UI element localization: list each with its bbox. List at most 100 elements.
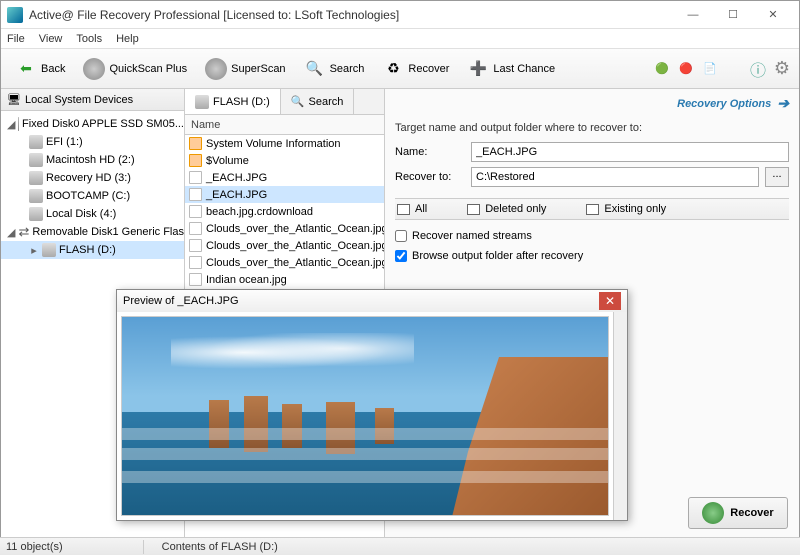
stop-icon[interactable]: 🔴 bbox=[677, 60, 695, 78]
file-icon bbox=[189, 205, 202, 218]
filter-all[interactable]: All bbox=[397, 203, 427, 215]
file-row[interactable]: System Volume Information bbox=[185, 135, 384, 152]
path-label: Recover to: bbox=[395, 171, 465, 183]
tree-vol-local[interactable]: Local Disk (4:) bbox=[1, 205, 184, 223]
file-icon bbox=[189, 239, 202, 252]
file-row[interactable]: _EACH.JPG bbox=[185, 186, 384, 203]
toolbar: ⬅Back QuickScan Plus SuperScan 🔍Search ♻… bbox=[1, 49, 799, 89]
file-name: beach.jpg.crdownload bbox=[206, 206, 313, 218]
doc-icon[interactable]: 📄 bbox=[701, 60, 719, 78]
file-name: _EACH.JPG bbox=[206, 189, 267, 201]
volume-icon bbox=[29, 171, 43, 185]
browse-button[interactable]: ... bbox=[765, 167, 789, 187]
tree-vol-recovery[interactable]: Recovery HD (3:) bbox=[1, 169, 184, 187]
file-row[interactable]: beach.jpg.crdownload bbox=[185, 203, 384, 220]
menubar: File View Tools Help bbox=[1, 29, 799, 49]
file-name: Clouds_over_the_Atlantic_Ocean.jpg bbox=[206, 240, 384, 252]
window-title: Active@ File Recovery Professional [Lice… bbox=[29, 8, 673, 22]
superscan-button[interactable]: SuperScan bbox=[199, 55, 291, 83]
status-objects: 11 object(s) bbox=[6, 541, 63, 553]
folder-icon bbox=[189, 137, 202, 150]
tab-flash[interactable]: FLASH (D:) bbox=[185, 89, 281, 114]
column-header-name[interactable]: Name bbox=[185, 115, 384, 135]
close-button[interactable]: ✕ bbox=[753, 2, 793, 28]
back-icon: ⬅ bbox=[15, 58, 37, 80]
file-row[interactable]: _EACH.JPG bbox=[185, 169, 384, 186]
recover-toolbar-button[interactable]: ♻Recover bbox=[376, 55, 455, 83]
checkbox-browse[interactable] bbox=[395, 250, 407, 262]
volume-icon bbox=[29, 189, 43, 203]
file-name: Clouds_over_the_Atlantic_Ocean.jpg bbox=[206, 223, 384, 235]
preview-window[interactable]: Preview of _EACH.JPG ✕ bbox=[116, 289, 628, 521]
statusbar: 11 object(s) Contents of FLASH (D:) bbox=[0, 537, 800, 555]
settings-icon[interactable]: ⚙ bbox=[773, 60, 791, 78]
file-name: Clouds_over_the_Atlantic_Ocean.jpg.crdo bbox=[206, 257, 384, 269]
file-row[interactable]: Indian ocean.jpg bbox=[185, 271, 384, 288]
file-icon bbox=[189, 188, 202, 201]
preview-titlebar[interactable]: Preview of _EACH.JPG ✕ bbox=[117, 290, 627, 312]
status-contents: Contents of FLASH (D:) bbox=[162, 541, 278, 553]
arrow-right-icon[interactable]: ➔ bbox=[777, 95, 789, 112]
tree-vol-bootcamp[interactable]: BOOTCAMP (C:) bbox=[1, 187, 184, 205]
info-icon[interactable]: ⓘ bbox=[749, 60, 767, 78]
filter-deleted[interactable]: Deleted only bbox=[467, 203, 546, 215]
file-icon bbox=[189, 222, 202, 235]
file-row[interactable]: Clouds_over_the_Atlantic_Ocean.jpg.crdo bbox=[185, 254, 384, 271]
titlebar: Active@ File Recovery Professional [Lice… bbox=[1, 1, 799, 29]
recovery-header: Recovery Options ➔ bbox=[395, 95, 789, 116]
preview-title-text: Preview of _EACH.JPG bbox=[123, 295, 599, 307]
file-name: Indian ocean.jpg bbox=[206, 274, 287, 286]
menu-file[interactable]: File bbox=[7, 33, 25, 45]
file-name: _EACH.JPG bbox=[206, 172, 267, 184]
recover-button[interactable]: Recover bbox=[688, 497, 788, 529]
maximize-button[interactable]: ☐ bbox=[713, 2, 753, 28]
file-icon bbox=[189, 256, 202, 269]
file-row[interactable]: $Volume bbox=[185, 152, 384, 169]
lastchance-icon: ➕ bbox=[467, 58, 489, 80]
filter-row: All Deleted only Existing only bbox=[395, 198, 789, 220]
tree-disk1[interactable]: ◢⇄Removable Disk1 Generic Flas... bbox=[1, 223, 184, 241]
preview-close-button[interactable]: ✕ bbox=[599, 292, 621, 310]
tree-vol-flash[interactable]: ▸FLASH (D:) bbox=[1, 241, 184, 259]
recovery-desc: Target name and output folder where to r… bbox=[395, 122, 789, 134]
file-name: System Volume Information bbox=[206, 138, 341, 150]
menu-tools[interactable]: Tools bbox=[76, 33, 102, 45]
superscan-icon bbox=[205, 58, 227, 80]
tab-search[interactable]: 🔍Search bbox=[281, 89, 355, 114]
volume-icon bbox=[195, 95, 209, 109]
tabs: FLASH (D:) 🔍Search bbox=[185, 89, 384, 115]
menu-help[interactable]: Help bbox=[116, 33, 139, 45]
file-icon bbox=[189, 171, 202, 184]
refresh-icon[interactable]: 🟢 bbox=[653, 60, 671, 78]
search-button[interactable]: 🔍Search bbox=[298, 55, 371, 83]
preview-scrollbar[interactable] bbox=[613, 312, 627, 520]
file-row[interactable]: Clouds_over_the_Atlantic_Ocean.jpg bbox=[185, 237, 384, 254]
lastchance-button[interactable]: ➕Last Chance bbox=[461, 55, 561, 83]
devices-icon: 🖥 bbox=[7, 93, 21, 106]
file-icon bbox=[189, 273, 202, 286]
checkbox-streams[interactable] bbox=[395, 230, 407, 242]
volume-icon bbox=[29, 207, 43, 221]
name-input[interactable] bbox=[471, 142, 789, 162]
volume-icon bbox=[29, 153, 43, 167]
tree-vol-efi[interactable]: EFI (1:) bbox=[1, 133, 184, 151]
disk-icon bbox=[18, 117, 19, 131]
file-row[interactable]: Clouds_over_the_Atlantic_Ocean.jpg bbox=[185, 220, 384, 237]
file-name: $Volume bbox=[206, 155, 249, 167]
sidebar-header: 🖥 Local System Devices bbox=[1, 89, 184, 111]
quickscan-icon bbox=[83, 58, 105, 80]
back-button[interactable]: ⬅Back bbox=[9, 55, 71, 83]
recover-icon: ♻ bbox=[382, 58, 404, 80]
minimize-button[interactable]: — bbox=[673, 2, 713, 28]
path-input[interactable] bbox=[471, 167, 759, 187]
quickscan-button[interactable]: QuickScan Plus bbox=[77, 55, 193, 83]
filter-box-icon bbox=[397, 204, 410, 215]
tree-disk0[interactable]: ◢Fixed Disk0 APPLE SSD SM05... bbox=[1, 115, 184, 133]
app-icon bbox=[7, 7, 23, 23]
search-icon: 🔍 bbox=[291, 95, 305, 108]
tree-vol-mac[interactable]: Macintosh HD (2:) bbox=[1, 151, 184, 169]
menu-view[interactable]: View bbox=[39, 33, 63, 45]
volume-icon bbox=[29, 135, 43, 149]
filter-existing[interactable]: Existing only bbox=[586, 203, 666, 215]
filter-box-icon bbox=[586, 204, 599, 215]
